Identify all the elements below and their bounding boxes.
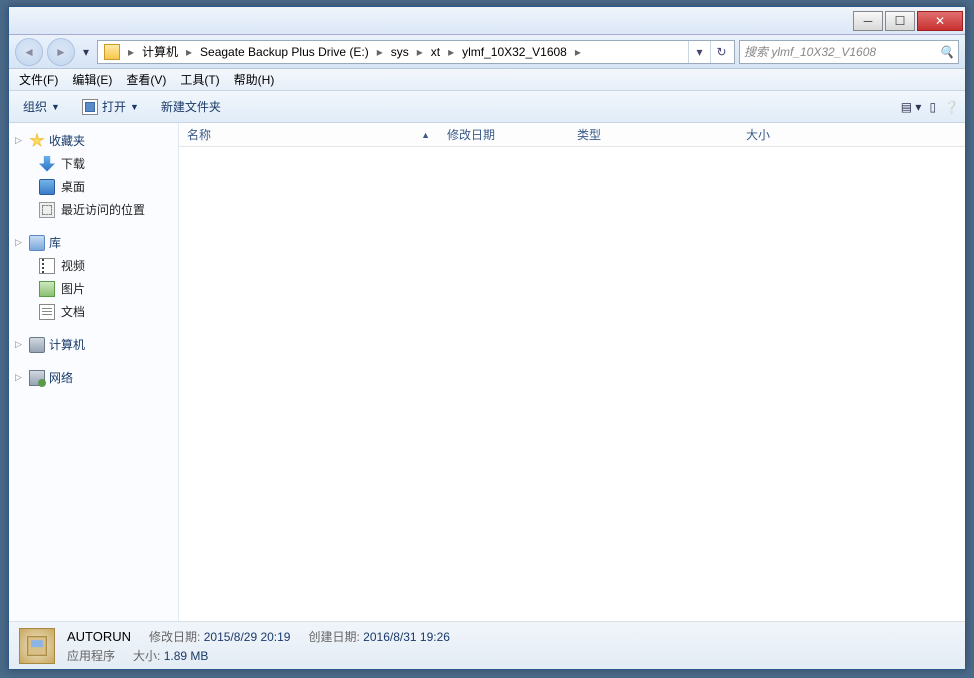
computer-icon: [29, 337, 45, 353]
column-headers[interactable]: 名称▲ 修改日期 类型 大小: [179, 123, 965, 147]
back-button[interactable]: ◄: [15, 38, 43, 66]
selected-file-icon: [19, 628, 55, 664]
chevron-right-icon[interactable]: ▸: [571, 45, 585, 59]
folder-icon: [104, 44, 120, 60]
organize-button[interactable]: 组织▼: [15, 94, 68, 119]
chevron-down-icon: ▼: [130, 102, 139, 112]
minimize-button[interactable]: ─: [853, 11, 883, 31]
search-placeholder: 搜索 ylmf_10X32_V1608: [744, 43, 876, 60]
col-size[interactable]: 大小: [679, 126, 779, 143]
menu-bar: 文件(F)编辑(E)查看(V)工具(T)帮助(H): [9, 69, 965, 91]
sidebar-libraries[interactable]: ▷ 库: [9, 231, 178, 254]
recent-icon: [39, 202, 55, 218]
menu-item[interactable]: 编辑(E): [66, 69, 118, 90]
details-filetype: 应用程序: [67, 647, 115, 664]
preview-pane-button[interactable]: ▯: [929, 100, 936, 114]
sort-asc-icon: ▲: [421, 130, 430, 140]
sidebar-item[interactable]: 文档: [9, 300, 178, 323]
breadcrumb[interactable]: ▸ 计算机▸Seagate Backup Plus Drive (E:)▸sys…: [97, 40, 735, 64]
pic-icon: [39, 281, 55, 297]
chevron-right-icon[interactable]: ▸: [444, 45, 458, 59]
help-button[interactable]: ❔: [944, 100, 959, 114]
titlebar[interactable]: ─ ☐ ✕: [9, 7, 965, 35]
search-icon: 🔍: [939, 45, 954, 59]
breadcrumb-dropdown[interactable]: ▾: [688, 41, 710, 63]
nav-pane[interactable]: ▷ 收藏夹 下载桌面最近访问的位置 ▷ 库 视频图片文档 ▷ 计算机: [9, 123, 179, 621]
video-icon: [39, 258, 55, 274]
search-input[interactable]: 搜索 ylmf_10X32_V1608 🔍: [739, 40, 959, 64]
sidebar-item[interactable]: 最近访问的位置: [9, 198, 178, 221]
menu-item[interactable]: 文件(F): [13, 69, 64, 90]
collapse-icon: ▷: [15, 237, 25, 248]
sidebar-computer[interactable]: ▷ 计算机: [9, 333, 178, 356]
open-icon: [82, 99, 98, 115]
menu-item[interactable]: 帮助(H): [228, 69, 281, 90]
details-filename: AUTORUN: [67, 629, 131, 644]
breadcrumb-segment[interactable]: sys: [387, 41, 413, 63]
library-icon: [29, 235, 45, 251]
view-options-button[interactable]: ▤ ▾: [901, 100, 922, 114]
refresh-button[interactable]: ↻: [710, 41, 732, 63]
toolbar: 组织▼ 打开▼ 新建文件夹 ▤ ▾ ▯ ❔: [9, 91, 965, 123]
sidebar-item[interactable]: 桌面: [9, 175, 178, 198]
file-list-pane[interactable]: 名称▲ 修改日期 类型 大小: [179, 123, 965, 621]
menu-item[interactable]: 查看(V): [120, 69, 172, 90]
star-icon: [29, 133, 45, 149]
desktop-icon: [39, 179, 55, 195]
sidebar-network[interactable]: ▷ 网络: [9, 366, 178, 389]
sidebar-item[interactable]: 视频: [9, 254, 178, 277]
chevron-right-icon[interactable]: ▸: [413, 45, 427, 59]
nav-bar: ◄ ► ▾ ▸ 计算机▸Seagate Backup Plus Drive (E…: [9, 35, 965, 69]
details-pane: AUTORUN 修改日期: 2015/8/29 20:19 创建日期: 2016…: [9, 621, 965, 669]
explorer-window: ─ ☐ ✕ ◄ ► ▾ ▸ 计算机▸Seagate Backup Plus Dr…: [8, 6, 966, 670]
breadcrumb-segment[interactable]: ylmf_10X32_V1608: [458, 41, 571, 63]
col-name[interactable]: 名称▲: [179, 126, 439, 143]
dl-icon: [39, 156, 55, 172]
sidebar-item[interactable]: 下载: [9, 152, 178, 175]
col-type[interactable]: 类型: [569, 126, 679, 143]
close-button[interactable]: ✕: [917, 11, 963, 31]
doc-icon: [39, 304, 55, 320]
col-date[interactable]: 修改日期: [439, 126, 569, 143]
collapse-icon: ▷: [15, 135, 25, 146]
network-icon: [29, 370, 45, 386]
breadcrumb-segment[interactable]: 计算机: [138, 41, 182, 63]
menu-item[interactable]: 工具(T): [174, 69, 225, 90]
content-area: ▷ 收藏夹 下载桌面最近访问的位置 ▷ 库 视频图片文档 ▷ 计算机: [9, 123, 965, 621]
chevron-down-icon: ▼: [51, 102, 60, 112]
new-folder-button[interactable]: 新建文件夹: [153, 94, 229, 119]
sidebar-item[interactable]: 图片: [9, 277, 178, 300]
collapse-icon: ▷: [15, 372, 25, 383]
chevron-right-icon[interactable]: ▸: [182, 45, 196, 59]
chevron-right-icon[interactable]: ▸: [373, 45, 387, 59]
history-dropdown[interactable]: ▾: [79, 41, 93, 63]
open-button[interactable]: 打开▼: [74, 94, 147, 119]
maximize-button[interactable]: ☐: [885, 11, 915, 31]
chevron-right-icon[interactable]: ▸: [124, 45, 138, 59]
sidebar-favorites[interactable]: ▷ 收藏夹: [9, 129, 178, 152]
details-text: AUTORUN 修改日期: 2015/8/29 20:19 创建日期: 2016…: [67, 628, 450, 664]
collapse-icon: ▷: [15, 339, 25, 350]
forward-button[interactable]: ►: [47, 38, 75, 66]
breadcrumb-segment[interactable]: Seagate Backup Plus Drive (E:): [196, 41, 373, 63]
breadcrumb-segment[interactable]: xt: [427, 41, 444, 63]
